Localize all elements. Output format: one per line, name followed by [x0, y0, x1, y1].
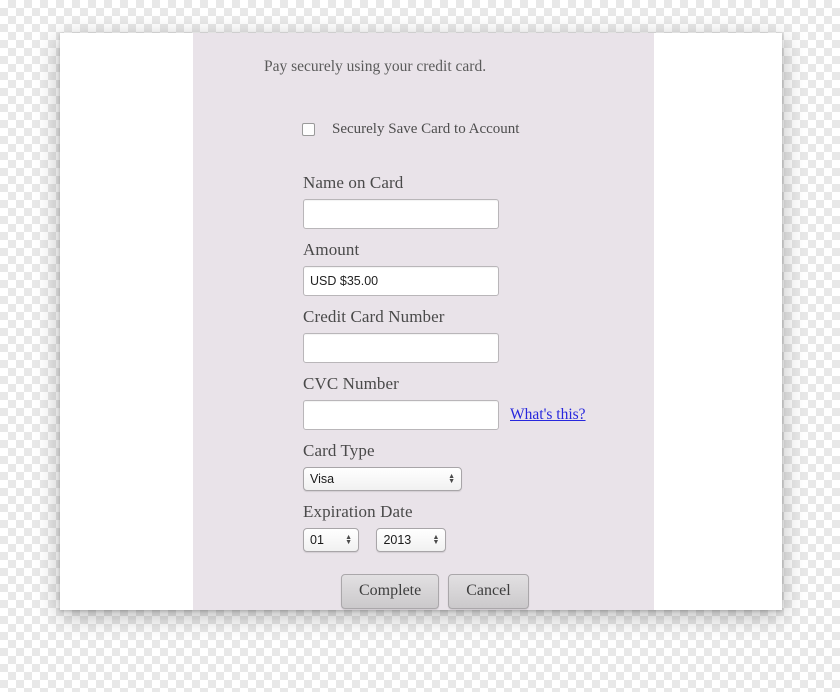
amount-input[interactable]: USD $35.00 — [303, 266, 499, 296]
cvc-row: What's this? — [303, 400, 633, 430]
chevron-updown-icon: ▲ ▼ — [345, 534, 352, 546]
credit-card-payment-panel: Pay securely using your credit card. Sec… — [193, 33, 654, 610]
expiration-month-value: 01 — [310, 533, 324, 547]
credit-card-number-input[interactable] — [303, 333, 499, 363]
save-card-checkbox[interactable] — [302, 123, 315, 136]
name-on-card-field: Name on Card — [303, 173, 633, 229]
expiration-selects-row: 01 ▲ ▼ 2013 ▲ ▼ — [303, 528, 633, 552]
whats-this-link[interactable]: What's this? — [510, 406, 586, 424]
amount-field: Amount USD $35.00 — [303, 240, 633, 296]
expiration-year-select[interactable]: 2013 ▲ ▼ — [376, 528, 447, 552]
cvc-number-label: CVC Number — [303, 374, 399, 393]
form-buttons: Complete Cancel — [341, 574, 633, 609]
cancel-button[interactable]: Cancel — [448, 574, 529, 609]
name-on-card-label: Name on Card — [303, 173, 404, 192]
browser-window: Pay securely using your credit card. Sec… — [60, 33, 782, 610]
card-type-value: Visa — [310, 472, 335, 486]
amount-label: Amount — [303, 240, 360, 259]
card-type-select[interactable]: Visa ▲ ▼ — [303, 467, 462, 491]
expiration-date-label: Expiration Date — [303, 502, 413, 521]
payment-form: Name on Card Amount USD $35.00 Credit Ca… — [303, 173, 633, 609]
expiration-month-select[interactable]: 01 ▲ ▼ — [303, 528, 359, 552]
chevron-updown-icon: ▲ ▼ — [448, 473, 455, 485]
expiration-date-field: Expiration Date 01 ▲ ▼ 2013 ▲ ▼ — [303, 502, 633, 552]
credit-card-number-field: Credit Card Number — [303, 307, 633, 363]
expiration-year-value: 2013 — [383, 533, 412, 547]
credit-card-number-label: Credit Card Number — [303, 307, 445, 326]
save-card-label: Securely Save Card to Account — [332, 121, 520, 137]
intro-text: Pay securely using your credit card. — [264, 58, 487, 75]
chevron-updown-icon: ▲ ▼ — [432, 534, 440, 546]
cvc-number-field: CVC Number What's this? — [303, 374, 633, 430]
save-card-row[interactable]: Securely Save Card to Account — [302, 121, 519, 138]
card-type-label: Card Type — [303, 441, 375, 460]
cvc-number-input[interactable] — [303, 400, 499, 430]
card-type-field: Card Type Visa ▲ ▼ — [303, 441, 633, 491]
complete-button[interactable]: Complete — [341, 574, 440, 609]
name-on-card-input[interactable] — [303, 199, 499, 229]
